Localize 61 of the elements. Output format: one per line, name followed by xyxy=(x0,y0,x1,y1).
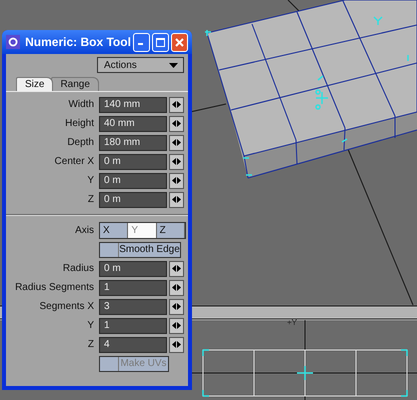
field-label: Y xyxy=(86,320,95,331)
input-field[interactable]: 4 xyxy=(99,336,167,352)
input-field[interactable]: 0 m xyxy=(99,192,167,208)
spinner-button[interactable] xyxy=(169,154,184,170)
field-label: Y xyxy=(86,175,95,186)
input-field[interactable]: 140 mm xyxy=(99,96,167,112)
spinner-button[interactable] xyxy=(169,318,184,334)
close-button[interactable] xyxy=(170,32,188,52)
input-field[interactable]: 1 xyxy=(99,318,167,334)
field-label: Center X xyxy=(54,156,95,167)
axis-label: +Y xyxy=(287,318,298,327)
caret-icon xyxy=(169,62,178,68)
field-label: Depth xyxy=(66,137,95,148)
field-label: Segments X xyxy=(38,301,95,312)
close-icon xyxy=(174,38,184,46)
spinner-arrows-icon xyxy=(172,158,181,165)
spinner-arrows-icon xyxy=(172,139,181,146)
field-label: Radius xyxy=(62,263,95,274)
input-field[interactable]: 40 mm xyxy=(99,116,167,132)
maximize-icon xyxy=(156,38,165,46)
axis-option[interactable]: Y xyxy=(128,223,157,238)
input-field[interactable]: 3 xyxy=(99,298,167,314)
spinner-arrows-icon xyxy=(172,177,181,184)
input-field[interactable]: 0 m xyxy=(99,172,167,188)
spinner-arrows-icon xyxy=(172,303,181,310)
smooth-edge-toggle[interactable]: Smooth Edge xyxy=(99,242,181,258)
field-label: Radius Segments xyxy=(14,282,95,293)
axis-option[interactable]: X xyxy=(100,223,128,238)
input-field[interactable]: 0 m xyxy=(99,154,167,170)
spinner-button[interactable] xyxy=(169,192,184,208)
spinner-button[interactable] xyxy=(169,172,184,188)
spinner-button[interactable] xyxy=(169,134,184,150)
minimize-button[interactable] xyxy=(132,32,150,52)
spinner-arrows-icon xyxy=(172,101,181,108)
input-field[interactable]: 0 m xyxy=(99,260,167,276)
spinner-arrows-icon xyxy=(172,284,181,291)
spinner-button[interactable] xyxy=(169,336,184,352)
app-icon xyxy=(6,34,20,50)
spinner-button[interactable] xyxy=(169,260,184,276)
spinner-button[interactable] xyxy=(169,116,184,132)
tab[interactable]: Size xyxy=(16,77,54,91)
field-label: Z xyxy=(86,194,95,205)
tab[interactable]: Range xyxy=(51,77,99,91)
spinner-button[interactable] xyxy=(169,280,184,296)
spinner-arrows-icon xyxy=(172,265,181,272)
field-label: Z xyxy=(86,339,95,350)
spinner-arrows-icon xyxy=(172,120,181,127)
spinner-arrows-icon xyxy=(172,196,181,203)
spinner-arrows-icon xyxy=(172,341,181,348)
spinner-button[interactable] xyxy=(169,96,184,112)
window-title: Numeric: Box Tool xyxy=(25,35,131,49)
actions-dropdown[interactable]: Actions xyxy=(97,57,184,73)
input-field[interactable]: 1 xyxy=(99,280,167,296)
field-label: Width xyxy=(67,99,95,110)
spinner-arrows-icon xyxy=(172,322,181,329)
spinner-button[interactable] xyxy=(169,298,184,314)
maximize-button[interactable] xyxy=(152,32,169,52)
field-label: Height xyxy=(64,118,95,129)
axis-option[interactable]: Z xyxy=(156,223,185,238)
field-label: Axis xyxy=(74,225,95,236)
input-field[interactable]: 180 mm xyxy=(99,134,167,150)
